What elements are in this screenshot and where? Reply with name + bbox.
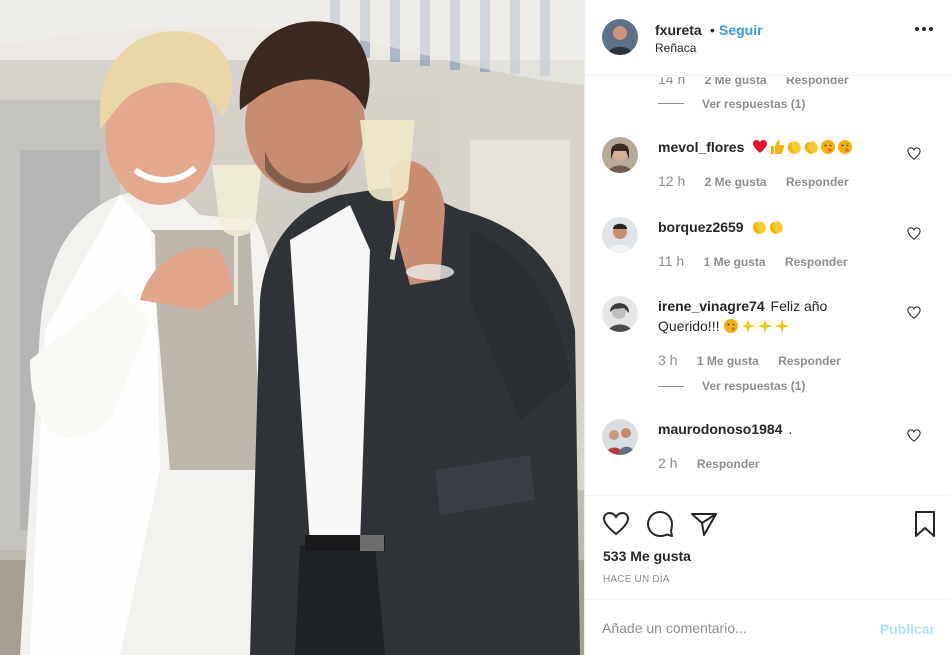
kissing-face-emoji: [821, 140, 836, 154]
comment-icon[interactable]: [646, 510, 674, 538]
more-dot: [929, 27, 933, 31]
reply-button[interactable]: Responder: [785, 255, 848, 269]
likes-count[interactable]: 533 Me gusta: [603, 548, 691, 564]
comment-likes[interactable]: 1 Me gusta: [697, 354, 759, 368]
comment-body: mevol_flores: [658, 137, 918, 157]
post-timestamp: HACE UN DÍA: [603, 574, 670, 585]
comment-username[interactable]: borquez2659: [658, 219, 744, 235]
commenter-avatar-image: [602, 137, 638, 173]
comment-time: 11 h: [658, 253, 685, 269]
commenter-avatar[interactable]: [602, 419, 638, 455]
comment-emojis: [723, 318, 791, 334]
comment-input[interactable]: [602, 620, 862, 636]
kissing-face-emoji: [724, 319, 739, 333]
view-replies-button[interactable]: Ver respuestas (1): [702, 379, 805, 393]
comment-likes[interactable]: 1 Me gusta: [704, 255, 766, 269]
commenter-avatar[interactable]: [602, 296, 638, 332]
comment-body: maurodonoso1984 .: [658, 419, 918, 439]
reply-button[interactable]: Responder: [778, 354, 841, 368]
add-comment-bar: Publicar: [585, 599, 951, 655]
commenter-avatar[interactable]: [602, 217, 638, 253]
author-avatar-image: [602, 19, 638, 55]
post-side-panel: fxureta • Seguir Reñaca 14 h 2 Me gusta …: [584, 0, 951, 655]
sparkles-emoji: [758, 319, 773, 333]
comment-meta: 3 h 1 Me gusta Responder: [658, 352, 841, 368]
comment-text: Feliz año: [770, 298, 828, 314]
comment-text: .: [788, 421, 793, 437]
post-header: fxureta • Seguir Reñaca: [585, 0, 951, 76]
header-separator: •: [710, 22, 715, 38]
replies-divider: [658, 386, 684, 387]
comment-username[interactable]: maurodonoso1984: [658, 421, 782, 437]
comment-emojis: [751, 219, 785, 235]
reply-button[interactable]: Responder: [697, 457, 760, 471]
comment-time: 12 h: [658, 173, 686, 189]
comment-likes[interactable]: 2 Me gusta: [705, 175, 767, 189]
more-dot: [915, 27, 919, 31]
clapping-hands-emoji: [770, 221, 784, 234]
heart-icon[interactable]: [602, 510, 630, 538]
commenter-avatar-image: [602, 419, 638, 455]
thumbs-up-emoji: [771, 140, 785, 154]
comment-username[interactable]: irene_vinagre74: [658, 298, 765, 314]
comment-time: 3 h: [658, 352, 678, 368]
post-location[interactable]: Reñaca: [655, 41, 696, 55]
sparkles-emoji: [775, 319, 790, 333]
comment-body: borquez2659: [658, 217, 918, 237]
replies-divider: [658, 103, 684, 104]
like-comment-heart-icon[interactable]: [907, 147, 921, 161]
like-comment-heart-icon[interactable]: [907, 306, 921, 320]
more-dot: [922, 27, 926, 31]
red-heart-emoji: [753, 140, 768, 153]
comment-meta: 12 h 2 Me gusta Responder: [658, 173, 849, 189]
clapping-hands-emoji: [788, 141, 802, 154]
like-comment-heart-icon[interactable]: [907, 227, 921, 241]
view-replies-button[interactable]: Ver respuestas (1): [702, 97, 805, 111]
commenter-avatar[interactable]: [602, 137, 638, 173]
comment-text-continued: Querido!!!: [658, 318, 720, 334]
comment-meta: 14 h 2 Me gusta Responder: [658, 77, 849, 87]
sparkles-emoji: [741, 319, 756, 333]
author-username[interactable]: fxureta: [655, 22, 702, 38]
comment-meta: 11 h 1 Me gusta Responder: [658, 253, 848, 269]
comment-meta: 2 h Responder: [658, 455, 760, 471]
post-action-bar: 533 Me gusta HACE UN DÍA: [585, 495, 951, 599]
comments-list[interactable]: 14 h 2 Me gusta Responder Ver respuestas…: [585, 77, 951, 495]
comment-time: 2 h: [658, 455, 678, 471]
reply-button[interactable]: Responder: [786, 175, 849, 189]
paper-plane-icon[interactable]: [690, 510, 718, 538]
follow-button[interactable]: Seguir: [719, 22, 763, 38]
comment-time: 14 h: [658, 77, 686, 87]
comment-body: irene_vinagre74 Feliz año Querido!!!: [658, 296, 918, 336]
publish-button[interactable]: Publicar: [880, 621, 935, 637]
like-comment-heart-icon[interactable]: [907, 429, 921, 443]
clapping-hands-emoji: [805, 141, 819, 154]
comment-username[interactable]: mevol_flores: [658, 139, 744, 155]
reply-button[interactable]: Responder: [786, 77, 849, 87]
post-photo[interactable]: [0, 0, 584, 655]
kissing-face-emoji: [838, 140, 853, 154]
commenter-avatar-image: [602, 296, 638, 332]
more-options-icon[interactable]: [915, 27, 933, 33]
comment-emojis: [752, 139, 854, 155]
clapping-hands-emoji: [753, 221, 767, 234]
post-photo-illustration: [0, 0, 584, 655]
comment-likes[interactable]: 2 Me gusta: [705, 77, 767, 87]
commenter-avatar-image: [602, 217, 638, 253]
author-avatar[interactable]: [602, 19, 638, 55]
bookmark-icon[interactable]: [911, 510, 939, 538]
